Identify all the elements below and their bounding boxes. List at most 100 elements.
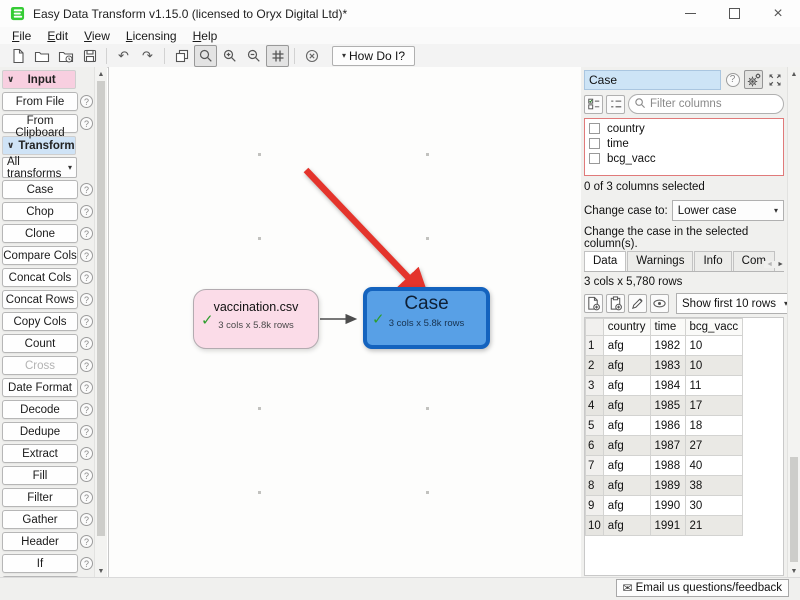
new-file-button[interactable] xyxy=(6,45,29,67)
close-button[interactable]: × xyxy=(756,0,800,27)
cell[interactable]: afg xyxy=(603,396,650,416)
tab-prev-icon[interactable]: ◄ xyxy=(766,261,773,268)
redo-button[interactable]: ↷ xyxy=(136,45,159,67)
column-row-bcg_vacc[interactable]: bcg_vacc xyxy=(585,151,783,166)
cell[interactable]: afg xyxy=(603,456,650,476)
row-number[interactable]: 10 xyxy=(586,516,604,536)
help-button[interactable]: ? xyxy=(723,70,742,89)
menu-file[interactable]: File xyxy=(4,28,39,44)
sidebar-item-extract[interactable]: Extract xyxy=(2,444,78,463)
cell[interactable]: 27 xyxy=(685,436,743,456)
row-number[interactable]: 3 xyxy=(586,376,604,396)
help-icon[interactable]: ? xyxy=(80,205,93,218)
toggle-grid-button[interactable] xyxy=(266,45,289,67)
cell[interactable]: 1984 xyxy=(650,376,685,396)
menu-licensing[interactable]: Licensing xyxy=(118,28,185,44)
menu-edit[interactable]: Edit xyxy=(39,28,76,44)
sidebar-item-count[interactable]: Count xyxy=(2,334,78,353)
column-row-country[interactable]: country xyxy=(585,121,783,136)
right-panel-scrollbar-thumb[interactable] xyxy=(790,457,798,562)
cell[interactable]: afg xyxy=(603,336,650,356)
select-all-columns-button[interactable] xyxy=(584,95,603,114)
sidebar-item-header[interactable]: Header xyxy=(2,532,78,551)
help-icon[interactable]: ? xyxy=(80,447,93,460)
row-number[interactable]: 2 xyxy=(586,356,604,376)
cell[interactable]: 40 xyxy=(685,456,743,476)
transform-section-header[interactable]: ∨ Transform xyxy=(2,136,76,155)
change-case-dropdown[interactable]: Lower case ▾ xyxy=(672,200,784,221)
node-case[interactable]: ✓ Case 3 cols x 5.8k rows xyxy=(363,287,490,349)
help-icon[interactable]: ? xyxy=(80,535,93,548)
sidebar-item-concat-rows[interactable]: Concat Rows xyxy=(2,290,78,309)
cell[interactable]: 10 xyxy=(685,336,743,356)
cell[interactable]: 18 xyxy=(685,416,743,436)
feedback-button[interactable]: ✉ Email us questions/feedback xyxy=(616,579,789,597)
scroll-down-icon[interactable]: ▼ xyxy=(788,565,800,577)
scroll-up-icon[interactable]: ▲ xyxy=(788,68,800,80)
help-icon[interactable]: ? xyxy=(80,117,93,130)
menu-view[interactable]: View xyxy=(76,28,118,44)
zoom-out-button[interactable] xyxy=(242,45,265,67)
node-name-input[interactable] xyxy=(584,70,721,90)
copy-to-clipboard-button[interactable] xyxy=(606,294,625,313)
cell[interactable]: afg xyxy=(603,376,650,396)
transform-filter-dropdown[interactable]: All transforms ▾ xyxy=(2,157,77,178)
cell[interactable]: afg xyxy=(603,496,650,516)
help-icon[interactable]: ? xyxy=(80,227,93,240)
cell[interactable]: 1986 xyxy=(650,416,685,436)
help-icon[interactable]: ? xyxy=(80,403,93,416)
row-number[interactable]: 4 xyxy=(586,396,604,416)
expand-panel-button[interactable] xyxy=(765,70,784,89)
cell[interactable]: 1985 xyxy=(650,396,685,416)
row-number[interactable]: 6 xyxy=(586,436,604,456)
cell[interactable]: afg xyxy=(603,436,650,456)
cell[interactable]: 1990 xyxy=(650,496,685,516)
cell[interactable]: 10 xyxy=(685,356,743,376)
save-button[interactable] xyxy=(78,45,101,67)
help-icon[interactable]: ? xyxy=(80,271,93,284)
help-icon[interactable]: ? xyxy=(80,359,93,372)
cell[interactable]: 1989 xyxy=(650,476,685,496)
cell[interactable]: afg xyxy=(603,416,650,436)
workflow-canvas[interactable]: ✓ vaccination.csv 3 cols x 5.8k rows ✓ C… xyxy=(108,67,582,578)
help-icon[interactable]: ? xyxy=(80,425,93,438)
node-vaccination-csv[interactable]: ✓ vaccination.csv 3 cols x 5.8k rows xyxy=(193,289,319,349)
deselect-columns-button[interactable] xyxy=(606,95,625,114)
checkbox[interactable] xyxy=(589,153,600,164)
show-rows-dropdown[interactable]: Show first 10 rows ▾ xyxy=(676,293,787,314)
scroll-up-icon[interactable]: ▲ xyxy=(95,68,107,80)
sidebar-item-from-file[interactable]: From File xyxy=(2,92,78,111)
edit-values-button[interactable] xyxy=(628,294,647,313)
cell[interactable]: afg xyxy=(603,356,650,376)
cell[interactable]: 1987 xyxy=(650,436,685,456)
column-header-time[interactable]: time xyxy=(650,319,685,336)
row-number[interactable]: 5 xyxy=(586,416,604,436)
preview-button[interactable] xyxy=(650,294,669,313)
row-number[interactable]: 8 xyxy=(586,476,604,496)
tab-next-icon[interactable]: ► xyxy=(777,261,784,268)
cell[interactable]: 1988 xyxy=(650,456,685,476)
open-file-button[interactable] xyxy=(30,45,53,67)
help-icon[interactable]: ? xyxy=(80,513,93,526)
cell[interactable]: 11 xyxy=(685,376,743,396)
row-number[interactable]: 1 xyxy=(586,336,604,356)
sidebar-item-chop[interactable]: Chop xyxy=(2,202,78,221)
checkbox[interactable] xyxy=(589,123,600,134)
settings-button[interactable] xyxy=(744,70,763,89)
help-icon[interactable]: ? xyxy=(80,469,93,482)
column-row-time[interactable]: time xyxy=(585,136,783,151)
menu-help[interactable]: Help xyxy=(185,28,226,44)
cell[interactable]: 1991 xyxy=(650,516,685,536)
tab-data[interactable]: Data xyxy=(584,251,626,271)
maximize-button[interactable] xyxy=(712,0,756,27)
row-number[interactable]: 9 xyxy=(586,496,604,516)
sidebar-scrollbar-thumb[interactable] xyxy=(97,81,105,536)
column-header-bcg_vacc[interactable]: bcg_vacc xyxy=(685,319,743,336)
copy-to-file-button[interactable] xyxy=(584,294,603,313)
help-icon[interactable]: ? xyxy=(80,95,93,108)
right-panel-scrollbar[interactable]: ▲ ▼ xyxy=(787,67,800,578)
input-section-header[interactable]: ∨ Input xyxy=(2,70,76,89)
duplicate-button[interactable] xyxy=(170,45,193,67)
cell[interactable]: afg xyxy=(603,516,650,536)
help-icon[interactable]: ? xyxy=(80,381,93,394)
